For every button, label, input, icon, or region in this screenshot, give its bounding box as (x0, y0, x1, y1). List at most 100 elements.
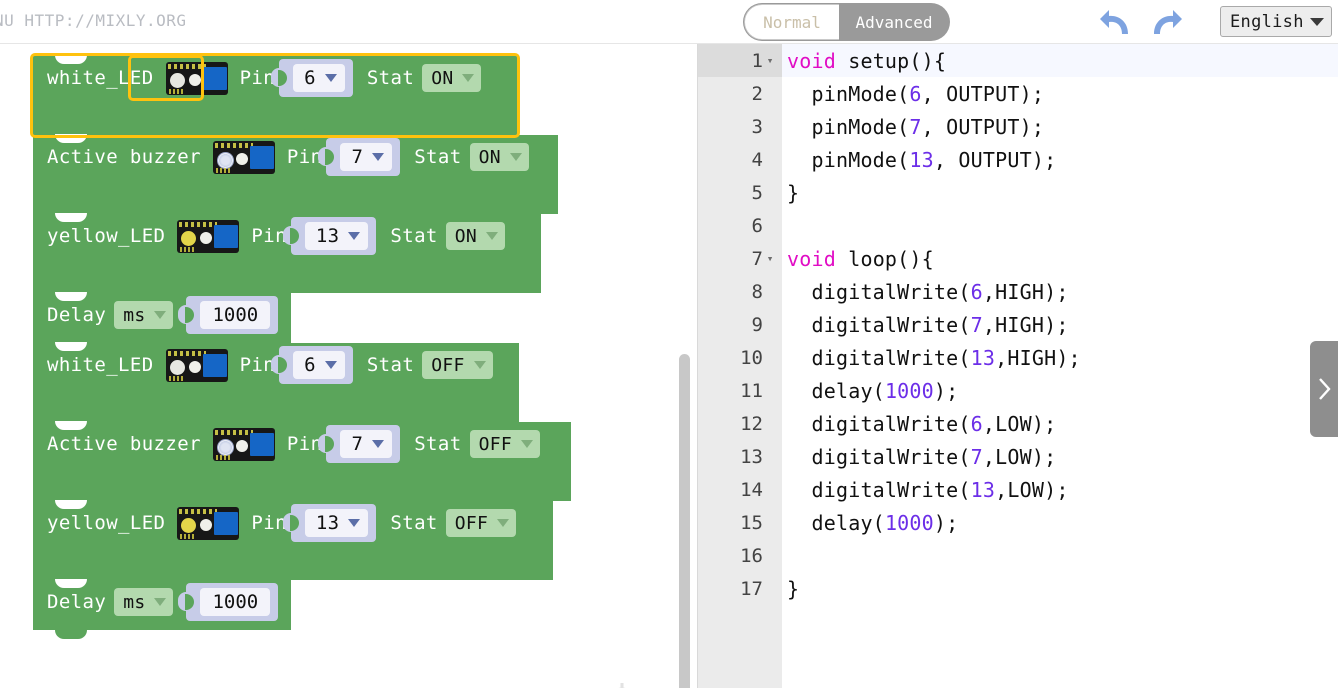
pin-value-socket: 6 (271, 346, 353, 384)
mode-advanced-button[interactable]: Advanced (839, 4, 949, 40)
code-line-text (782, 539, 1338, 572)
block-notch (55, 292, 87, 301)
line-number: 11 (740, 379, 763, 402)
line-number-cell: 11▾ (698, 374, 782, 407)
line-number-cell: 14▾ (698, 473, 782, 506)
code-line[interactable]: 6▾ (698, 209, 1338, 242)
code-line[interactable]: 3▾ pinMode(7, OUTPUT); (698, 110, 1338, 143)
code-line[interactable]: 11▾ delay(1000); (698, 374, 1338, 407)
mode-normal-button[interactable]: Normal (744, 4, 839, 40)
block-white-led-off[interactable]: white_LED Pin 6 Stat OFF (33, 342, 519, 422)
code-line-text: digitalWrite(7 ,LOW); (787, 444, 1057, 469)
delay-value-socket: 1000 (178, 583, 279, 621)
delay-value-input[interactable]: 1000 (200, 301, 271, 329)
code-line[interactable]: 17▾} (698, 572, 1338, 605)
line-number: 17 (740, 577, 763, 600)
block-title: white_LED (47, 67, 154, 89)
code-fold-toggle[interactable]: ▾ (763, 54, 777, 67)
pin-value-socket: 7 (318, 425, 401, 463)
code-line[interactable]: 15▾ delay(1000); (698, 506, 1338, 539)
block-white-led-on[interactable]: white_LED Pin 6 Stat ON (33, 55, 517, 135)
stat-dropdown[interactable]: OFF (445, 509, 517, 537)
white-led-module-icon (165, 348, 228, 382)
code-fold-toggle[interactable]: ▾ (763, 252, 777, 265)
line-number: 9 (751, 313, 763, 336)
chevron-down-icon (1310, 17, 1324, 26)
undo-arrow-icon (1100, 10, 1128, 34)
stat-dropdown[interactable]: OFF (469, 430, 540, 458)
pin-dropdown[interactable]: 7 (340, 143, 393, 171)
block-active-buzzer-off[interactable]: Active buzzer Pin 7 Stat OFF (33, 421, 571, 501)
code-line[interactable]: 9▾ digitalWrite(7,HIGH); (698, 308, 1338, 341)
code-line[interactable]: 16▾ (698, 539, 1338, 572)
code-line-text: digitalWrite(7 ,HIGH); (787, 312, 1069, 337)
stat-dropdown[interactable]: OFF (422, 351, 493, 379)
stat-dropdown[interactable]: ON (422, 64, 482, 92)
code-line[interactable]: 2▾ pinMode(6, OUTPUT); (698, 77, 1338, 110)
pin-dropdown[interactable]: 7 (340, 430, 393, 458)
pin-label: Pin (239, 354, 276, 376)
chevron-down-icon (154, 311, 167, 319)
line-number: 15 (740, 511, 763, 534)
pin-dropdown[interactable]: 13 (304, 509, 369, 537)
block-notch (55, 342, 87, 351)
workspace-vertical-scrollbar[interactable] (679, 354, 690, 688)
recenter-workspace-button[interactable] (600, 679, 644, 688)
line-number-cell: 10▾ (698, 341, 782, 374)
blockly-workspace[interactable]: white_LED Pin 6 Stat ON Active buzzer Pin 7 Stat… (0, 44, 690, 688)
block-yellow-led-on[interactable]: yellow_LED Pin 13 Stat ON (33, 213, 541, 293)
pin-value: 7 (351, 433, 364, 455)
mode-toggle[interactable]: Normal Advanced (744, 4, 949, 40)
block-notch (55, 500, 87, 509)
chevron-down-icon (497, 519, 510, 527)
pin-value: 6 (304, 354, 316, 376)
line-number: 14 (740, 478, 763, 501)
active-buzzer-module-icon (212, 427, 275, 461)
code-line[interactable]: 7 ▾ void loop(){ (698, 242, 1338, 275)
code-line[interactable]: 14▾ digitalWrite(13,LOW); (698, 473, 1338, 506)
code-line-text: } (787, 576, 800, 601)
line-number-cell: 15▾ (698, 506, 782, 539)
delay-value-input[interactable]: 1000 (200, 588, 271, 616)
pin-value: 13 (315, 512, 340, 534)
code-line[interactable]: 5▾} (698, 176, 1338, 209)
code-editor[interactable]: 1▾void setup(){2▾ pinMode(6, OUTPUT);3▾ … (698, 44, 1338, 605)
stat-value: ON (478, 146, 501, 168)
expand-panel-button[interactable] (1310, 341, 1338, 437)
code-line[interactable]: 1 ▾ void setup(){ (698, 44, 1338, 77)
redo-button[interactable] (1142, 3, 1184, 41)
language-select[interactable]: English (1220, 6, 1332, 37)
block-notch (55, 579, 87, 588)
code-line[interactable]: 13▾ digitalWrite(7,LOW); (698, 440, 1338, 473)
block-active-buzzer-on[interactable]: Active buzzer Pin 7 Stat ON (33, 134, 558, 214)
pin-dropdown[interactable]: 6 (293, 351, 345, 379)
stat-label: Stat (366, 67, 415, 89)
chevron-down-icon (154, 598, 167, 606)
chevron-down-icon (324, 74, 337, 82)
code-line[interactable]: 8▾ digitalWrite(6,HIGH); (698, 275, 1338, 308)
line-number-cell: 2▾ (698, 77, 782, 110)
code-line[interactable]: 4▾ pinMode(13, OUTPUT); (698, 143, 1338, 176)
chevron-down-icon (372, 153, 385, 161)
redo-arrow-icon (1154, 10, 1182, 34)
line-number: 4 (751, 148, 763, 171)
undo-button[interactable] (1098, 3, 1140, 41)
block-delay-1[interactable]: Delay ms 1000 (33, 292, 291, 343)
stat-dropdown[interactable]: ON (445, 222, 506, 250)
code-line[interactable]: 12▾ digitalWrite(6,LOW); (698, 407, 1338, 440)
line-number-cell: 16▾ (698, 539, 782, 572)
block-delay-2[interactable]: Delay ms 1000 (33, 579, 291, 639)
pin-label: Pin (286, 146, 323, 168)
code-line[interactable]: 10▾ digitalWrite(13,HIGH); (698, 341, 1338, 374)
delay-unit-dropdown[interactable]: ms (114, 588, 174, 616)
pin-dropdown[interactable]: 6 (293, 64, 345, 92)
active-buzzer-module-icon (212, 140, 275, 174)
stat-dropdown[interactable]: ON (469, 143, 529, 171)
pin-label: Pin (239, 67, 276, 89)
pin-value-socket: 7 (318, 138, 401, 176)
delay-unit-dropdown[interactable]: ms (114, 301, 174, 329)
pin-dropdown[interactable]: 13 (304, 222, 369, 250)
chevron-down-icon (348, 519, 361, 527)
block-yellow-led-off[interactable]: yellow_LED Pin 13 Stat OFF (33, 500, 553, 580)
delay-unit-value: ms (123, 304, 146, 326)
